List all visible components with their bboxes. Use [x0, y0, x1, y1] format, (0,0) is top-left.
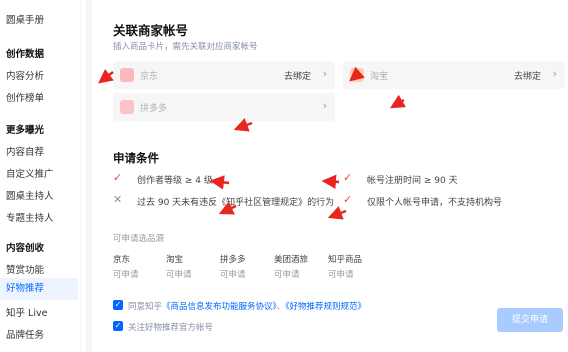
arrow-level [209, 175, 230, 190]
merchant-name: 京东 [140, 72, 159, 82]
condition-register-time: 帐号注册时间 ≥ 90 天 [367, 176, 458, 186]
check-icon: ✓ [343, 171, 353, 184]
condition-personal-only: 仅限个人帐号申请，不支持机构号 [367, 198, 503, 208]
source-name-taobao: 淘宝 [166, 255, 184, 265]
source-name-pinduoduo: 拼多多 [220, 255, 246, 265]
source-status-pinduoduo: 可申请 [220, 270, 246, 280]
service-agreement-link[interactable]: 《商品信息发布功能服务协议》 [162, 302, 277, 312]
source-status-meituan: 可申请 [274, 270, 300, 280]
sidebar-item-roundtable-manual[interactable]: 圆桌手册 [6, 12, 44, 26]
source-name-meituan: 美团酒旅 [274, 255, 309, 265]
source-status-zhihu: 可申请 [328, 270, 354, 280]
taobao-logo-icon [350, 68, 364, 82]
arrow-jd [98, 68, 114, 84]
arrow-pinduoduo [233, 118, 253, 132]
merchant-card-taobao[interactable]: 淘宝 去绑定 › [343, 61, 565, 89]
source-name-zhihu: 知乎商品 [328, 255, 363, 265]
follow-label: 关注好物推荐官方帐号 [128, 323, 214, 333]
merchant-card-jd[interactable]: 京东 去绑定 › [113, 61, 335, 89]
source-name-jd: 京东 [113, 255, 131, 265]
sidebar-item-topic-host[interactable]: 专题主持人 [6, 210, 54, 224]
sidebar: 圆桌手册 创作数据 内容分析 创作榜单 更多曝光 内容自荐 自定义推广 圆桌主持… [0, 0, 78, 352]
chevron-right-icon: › [322, 99, 327, 112]
merchant-name: 淘宝 [370, 72, 389, 82]
merchant-name: 拼多多 [140, 104, 168, 114]
sidebar-item-roundtable-host[interactable]: 圆桌主持人 [6, 188, 54, 202]
arrow-taobao-card [389, 94, 406, 109]
arrow-personal [327, 206, 347, 220]
sidebar-item-brand-task[interactable]: 品牌任务 [6, 327, 44, 341]
chevron-right-icon: › [322, 67, 327, 80]
source-status-jd: 可申请 [113, 270, 139, 280]
submit-button[interactable]: 提交申请 [497, 308, 563, 332]
sidebar-item-custom-promotion[interactable]: 自定义推广 [6, 166, 54, 180]
agreement-text: 同意知乎《商品信息发布功能服务协议》、《好物推荐规则规范》 [128, 300, 366, 312]
condition-no-violation: 过去 90 天未有违反《知乎社区管理规定》的行为 [137, 198, 335, 208]
sidebar-item-content-analysis[interactable]: 内容分析 [6, 68, 44, 82]
rules-link[interactable]: 《好物推荐规则规范》 [285, 302, 366, 312]
bind-button[interactable]: 去绑定 [284, 69, 311, 82]
content-gutter [86, 0, 92, 352]
merchant-card-pinduoduo[interactable]: 拼多多 › [113, 93, 335, 121]
sidebar-divider [80, 0, 81, 352]
page-subtitle: 插入商品卡片，需先关联对应商家帐号 [113, 42, 258, 52]
sidebar-item-appreciation[interactable]: 赞赏功能 [6, 262, 44, 276]
source-status-taobao: 可申请 [166, 270, 192, 280]
page-title: 关联商家帐号 [113, 23, 189, 38]
check-icon: ✓ [343, 193, 353, 206]
sidebar-item-self-recommend[interactable]: 内容自荐 [6, 144, 44, 158]
pinduoduo-logo-icon [120, 100, 134, 114]
sidebar-head-creation-data: 创作数据 [6, 49, 45, 60]
sidebar-item-good-recommend[interactable]: 好物推荐 [0, 278, 78, 300]
check-icon: ✓ [113, 171, 123, 184]
sidebar-head-content-income: 内容创收 [6, 243, 45, 254]
sources-label: 可申请选品源 [113, 234, 165, 244]
conditions-title: 申请条件 [113, 151, 159, 165]
follow-checkbox[interactable]: ✓ [113, 321, 123, 331]
chevron-right-icon: › [552, 67, 557, 80]
agree-checkbox[interactable]: ✓ [113, 300, 123, 310]
cross-icon: ✕ [113, 193, 123, 206]
bind-button[interactable]: 去绑定 [514, 69, 541, 82]
sidebar-head-more-exposure: 更多曝光 [6, 125, 45, 136]
sidebar-item-creation-rank[interactable]: 创作榜单 [6, 90, 44, 104]
sidebar-item-zhihu-live[interactable]: 知乎 Live [6, 305, 47, 319]
arrow-register [321, 174, 340, 189]
condition-level: 创作者等级 ≥ 4 级 [137, 176, 213, 186]
jd-logo-icon [120, 68, 134, 82]
agreement-prefix: 同意知乎 [128, 302, 163, 312]
